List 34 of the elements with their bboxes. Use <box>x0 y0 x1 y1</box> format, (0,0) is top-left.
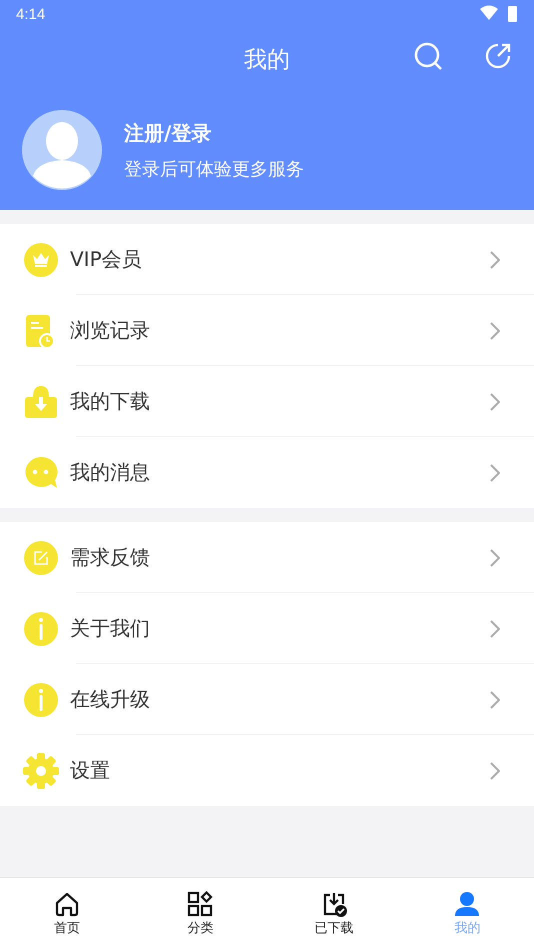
status-time: 4:14 <box>16 6 46 22</box>
menu-item[interactable]: 需求反馈 <box>0 522 534 593</box>
avatar[interactable] <box>22 110 102 190</box>
chevron-icon <box>490 464 500 482</box>
nav-tab[interactable]: 分类 <box>134 878 267 950</box>
nav-tab[interactable]: 已下载 <box>267 878 400 950</box>
menu-item[interactable]: 我的下载 <box>0 366 534 437</box>
chevron-icon <box>490 762 500 780</box>
chevron-icon <box>490 322 500 340</box>
settings-icon <box>22 752 60 790</box>
menu-item[interactable]: VIP会员 <box>0 224 534 295</box>
menu-item[interactable]: 关于我们 <box>0 593 534 664</box>
grid-icon <box>187 891 214 917</box>
nav-tab[interactable]: 首页 <box>0 878 134 950</box>
menu-item[interactable]: 浏览记录 <box>0 295 534 366</box>
chevron-icon <box>490 250 500 268</box>
chevron-icon <box>490 392 500 410</box>
chevron-icon <box>490 548 500 566</box>
chevron-icon <box>490 620 500 638</box>
share-icon[interactable] <box>484 42 512 70</box>
info-icon <box>22 680 60 718</box>
crown-icon <box>22 240 60 278</box>
menu-item[interactable]: 设置 <box>0 735 534 806</box>
menu-item[interactable]: 在线升级 <box>0 664 534 735</box>
page-title: 我的 <box>244 46 290 74</box>
chevron-icon <box>490 690 500 708</box>
edit-icon <box>22 538 60 576</box>
info-icon <box>22 610 60 648</box>
person-icon <box>454 891 480 917</box>
login-hint: 登录后可体验更多服务 <box>124 158 304 180</box>
search-icon[interactable] <box>414 42 444 72</box>
home-icon <box>54 891 80 917</box>
menu-item[interactable]: 我的消息 <box>0 437 534 508</box>
status-icons <box>480 5 520 23</box>
